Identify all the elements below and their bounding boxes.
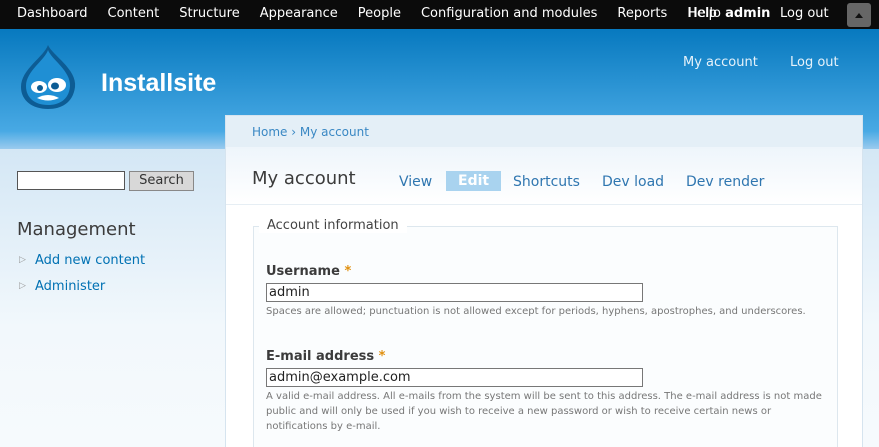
username-label: Username * bbox=[266, 264, 351, 279]
sidebar-item-administer[interactable]: Administer bbox=[35, 279, 105, 294]
toolbar-username[interactable]: admin bbox=[725, 6, 770, 21]
toolbar-item-configuration[interactable]: Configuration and modules bbox=[421, 6, 597, 21]
email-label: E-mail address * bbox=[266, 349, 385, 364]
main-content: Home › My account My account View Edit S… bbox=[225, 115, 863, 447]
email-field[interactable] bbox=[266, 368, 643, 387]
username-field[interactable] bbox=[266, 283, 643, 302]
breadcrumb[interactable]: Home › My account bbox=[252, 125, 369, 139]
breadcrumb-bar: Home › My account bbox=[226, 116, 862, 147]
greeting-text: Hello bbox=[688, 6, 726, 21]
management-block-title: Management bbox=[17, 219, 136, 240]
toolbar-menu: Dashboard Content Structure Appearance P… bbox=[17, 6, 737, 21]
sidebar-item-add-new-content[interactable]: Add new content bbox=[35, 253, 145, 268]
fieldset-legend: Account information bbox=[259, 218, 407, 233]
username-label-text: Username bbox=[266, 264, 340, 279]
toolbar-item-structure[interactable]: Structure bbox=[179, 6, 239, 21]
required-marker: * bbox=[378, 349, 386, 364]
drupal-logo-icon[interactable] bbox=[17, 43, 79, 111]
tab-view[interactable]: View bbox=[399, 174, 432, 190]
tab-dev-load[interactable]: Dev load bbox=[602, 174, 664, 190]
toolbar-item-reports[interactable]: Reports bbox=[617, 6, 667, 21]
toolbar-logout[interactable]: Log out bbox=[780, 6, 829, 21]
bullet-triangle-icon: ▷ bbox=[19, 255, 26, 265]
search-button[interactable]: Search bbox=[129, 171, 194, 191]
header-link-my-account[interactable]: My account bbox=[683, 55, 758, 70]
email-description: A valid e-mail address. All e-mails from… bbox=[266, 391, 822, 432]
email-label-text: E-mail address bbox=[266, 349, 375, 364]
admin-toolbar: Dashboard Content Structure Appearance P… bbox=[0, 0, 879, 29]
search-input[interactable] bbox=[17, 171, 125, 190]
toolbar-item-content[interactable]: Content bbox=[108, 6, 160, 21]
toolbar-item-people[interactable]: People bbox=[358, 6, 401, 21]
toolbar-drawer-toggle-icon[interactable] bbox=[847, 3, 871, 27]
tab-dev-render[interactable]: Dev render bbox=[686, 174, 764, 190]
header-link-logout[interactable]: Log out bbox=[790, 55, 839, 70]
required-marker: * bbox=[344, 264, 352, 279]
title-bar: My account View Edit Shortcuts Dev load … bbox=[226, 147, 862, 205]
toolbar-item-dashboard[interactable]: Dashboard bbox=[17, 6, 88, 21]
site-name[interactable]: Installsite bbox=[101, 69, 216, 98]
page-title: My account bbox=[252, 168, 356, 189]
tab-shortcuts[interactable]: Shortcuts bbox=[513, 174, 580, 190]
tab-edit[interactable]: Edit bbox=[446, 171, 502, 191]
bullet-triangle-icon: ▷ bbox=[19, 281, 26, 291]
toolbar-user-greeting: Hello admin bbox=[688, 6, 770, 21]
username-description: Spaces are allowed; punctuation is not a… bbox=[266, 306, 806, 317]
toolbar-item-appearance[interactable]: Appearance bbox=[260, 6, 338, 21]
